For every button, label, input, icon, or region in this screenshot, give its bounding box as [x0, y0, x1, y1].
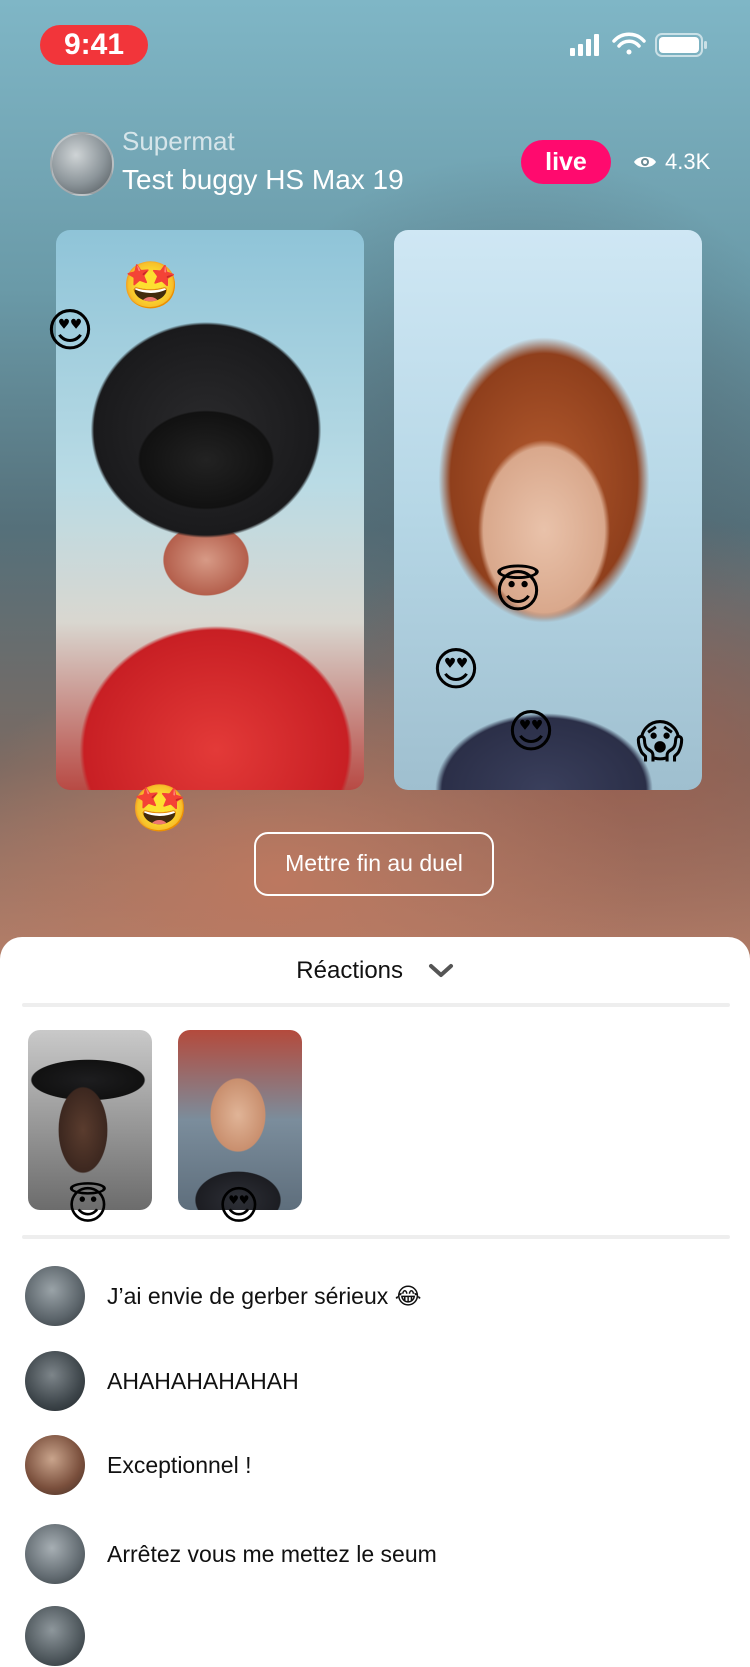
- comment-item: AHAHAHAHAHAH: [25, 1350, 725, 1412]
- status-time: 9:41: [40, 25, 148, 65]
- comment-item: [25, 1605, 725, 1667]
- divider: [22, 1235, 730, 1239]
- end-duel-button[interactable]: Mettre fin au duel: [254, 832, 494, 896]
- comment-item: J’ai envie de gerber sérieux 😂: [25, 1265, 725, 1327]
- eye-icon: [634, 156, 656, 168]
- signal-icon: [570, 34, 599, 56]
- reactions-title: Réactions: [296, 957, 404, 984]
- star-struck-emoji-icon: 🤩: [131, 782, 189, 834]
- star-struck-emoji-icon: 🤩: [122, 259, 180, 311]
- reactor-video[interactable]: [178, 1030, 302, 1210]
- comment-text: Arrêtez vous me mettez le seum: [107, 1540, 437, 1567]
- stream-title: Test buggy HS Max 19: [122, 164, 404, 195]
- heart-eyes-emoji-icon: 😍: [432, 643, 480, 695]
- divider: [22, 1003, 730, 1007]
- reactions-header[interactable]: Réactions: [0, 957, 750, 986]
- screaming-emoji-icon: 😱: [636, 715, 684, 767]
- comment-text: J’ai envie de gerber sérieux 😂: [107, 1282, 422, 1309]
- status-icons: [570, 30, 720, 60]
- heart-eyes-emoji-icon: 😍: [46, 304, 94, 356]
- avatar[interactable]: [25, 1266, 85, 1326]
- host-avatar[interactable]: [50, 132, 114, 196]
- viewer-count-text: 4.3K: [665, 149, 711, 174]
- avatar[interactable]: [25, 1435, 85, 1495]
- halo-emoji-icon: 😇: [494, 565, 542, 617]
- heart-eyes-emoji-icon: 😍: [218, 1184, 260, 1228]
- chevron-down-icon[interactable]: [428, 958, 454, 986]
- wifi-icon: [612, 32, 646, 55]
- halo-emoji-icon: 😇: [67, 1184, 109, 1228]
- avatar[interactable]: [25, 1524, 85, 1584]
- viewer-count: 4.3K: [633, 146, 710, 178]
- live-badge: live: [521, 140, 611, 184]
- comment-text: Exceptionnel !: [107, 1451, 252, 1478]
- duel-video-left[interactable]: [56, 230, 364, 790]
- heart-eyes-emoji-icon: 😍: [507, 705, 555, 757]
- avatar[interactable]: [25, 1606, 85, 1666]
- comment-item: Exceptionnel !: [25, 1434, 725, 1496]
- comment-item: Arrêtez vous me mettez le seum: [25, 1523, 725, 1585]
- host-name[interactable]: Supermat: [122, 126, 235, 157]
- comment-text: AHAHAHAHAHAH: [107, 1367, 299, 1394]
- battery-icon: [655, 33, 707, 57]
- avatar[interactable]: [25, 1351, 85, 1411]
- reactor-video[interactable]: [28, 1030, 152, 1210]
